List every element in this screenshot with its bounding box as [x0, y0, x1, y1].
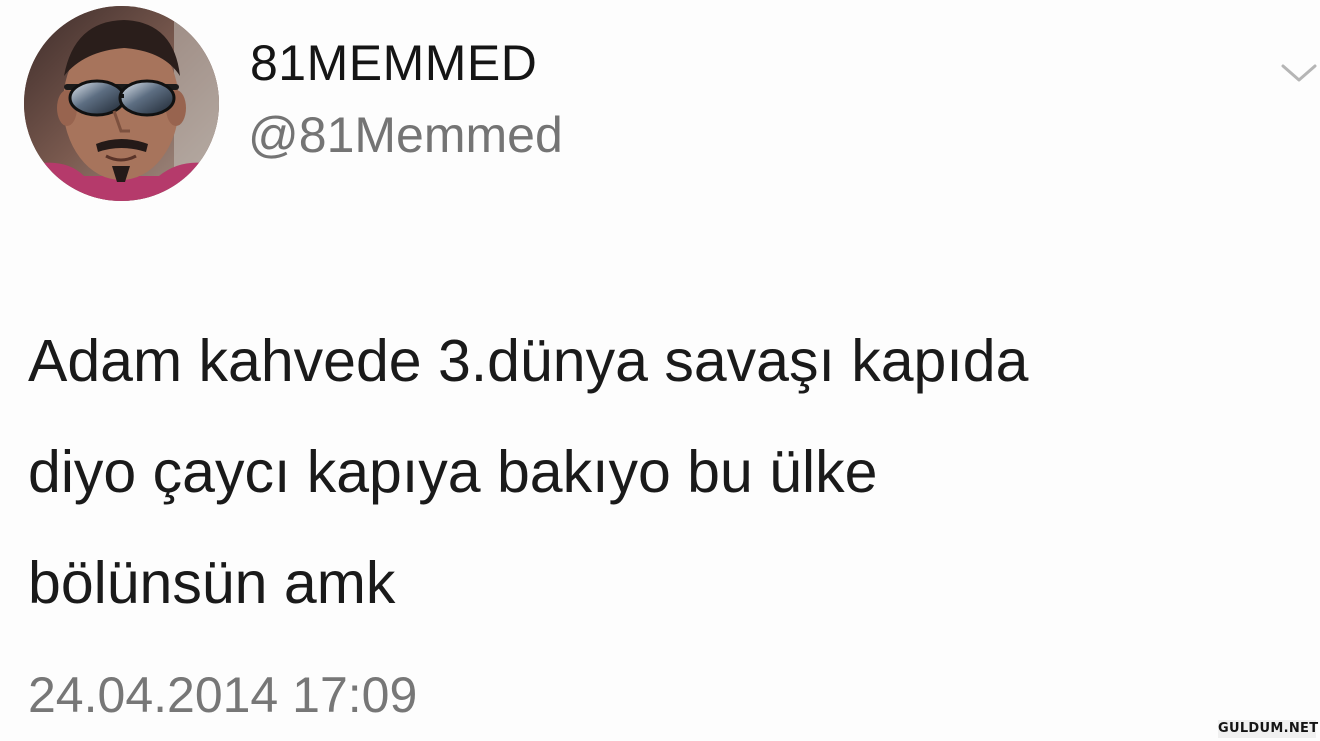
tweet-card: 81MEMMED @81Memmed Adam kahvede 3.dünya … [0, 0, 1320, 741]
tweet-timestamp: 24.04.2014 17:09 [28, 667, 418, 723]
chevron-down-icon[interactable] [1278, 58, 1320, 88]
avatar[interactable] [24, 6, 219, 201]
display-name[interactable]: 81MEMMED [250, 38, 537, 88]
watermark: GULDUM.NET [1218, 720, 1319, 738]
tweet-text: Adam kahvede 3.dünya savaşı kapıda diyo … [28, 328, 1029, 616]
user-handle[interactable]: @81Memmed [248, 110, 563, 160]
avatar-image [24, 6, 219, 201]
